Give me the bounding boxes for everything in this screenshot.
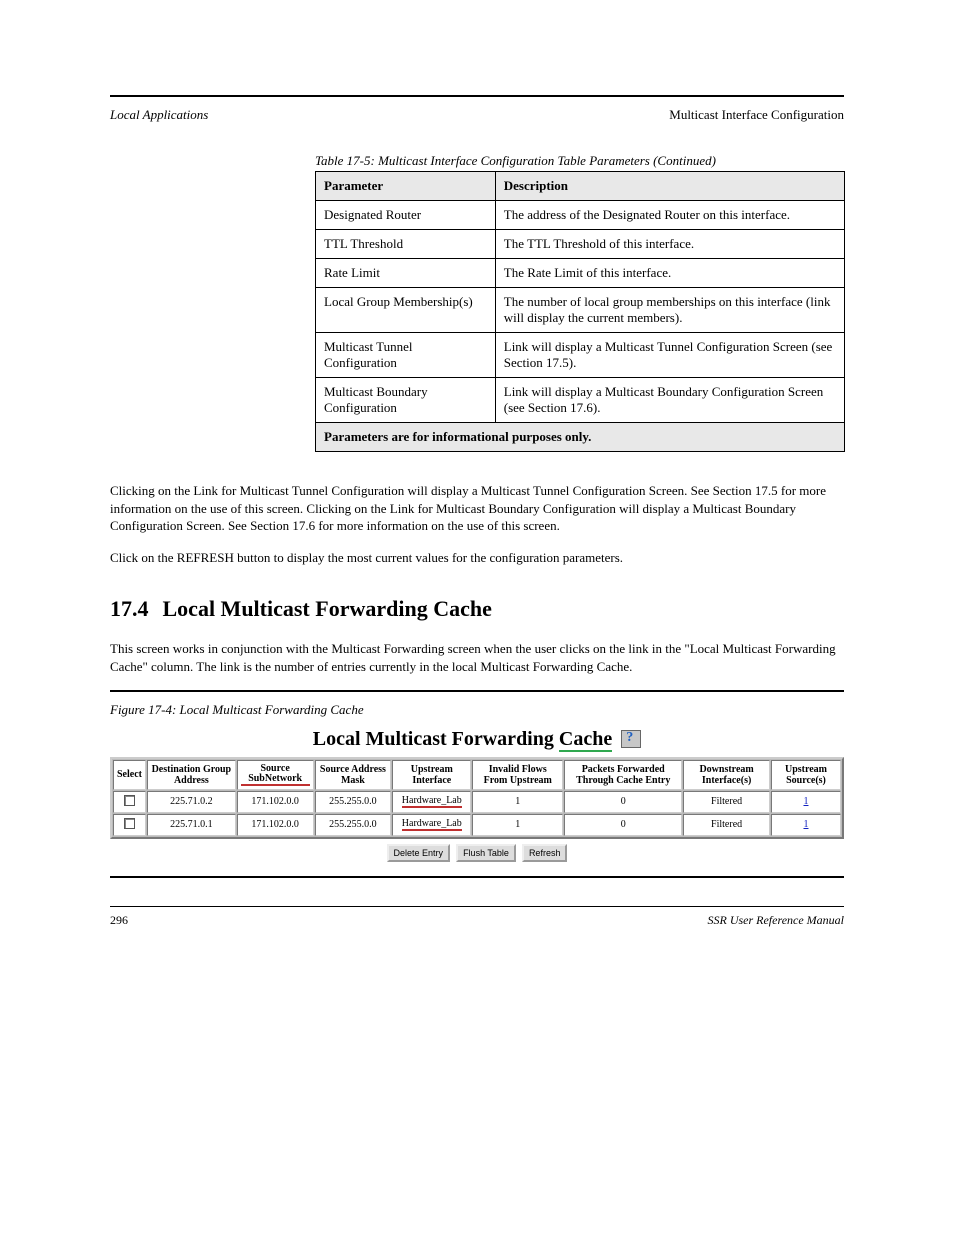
col-source-subnetwork: Source SubNetwork (237, 760, 314, 790)
cell-source-mask: 255.255.0.0 (315, 814, 392, 836)
row-checkbox[interactable] (124, 818, 135, 829)
cell-pkts: 0 (564, 791, 682, 813)
cell-downstream: Filtered (683, 814, 770, 836)
section-heading: 17.4 Local Multicast Forwarding Cache (110, 596, 844, 622)
footer-doc-title: SSR User Reference Manual (707, 913, 844, 928)
refresh-button[interactable]: Refresh (522, 844, 568, 862)
cell-dest: 225.71.0.2 (147, 791, 236, 813)
params-col-parameter: Parameter (316, 172, 496, 201)
table-row: Designated Router The address of the Des… (316, 201, 845, 230)
table-row: 225.71.0.2 171.102.0.0 255.255.0.0 Hardw… (113, 791, 841, 813)
cell-invalid: 1 (472, 791, 563, 813)
params-table-caption: Table 17-5: Multicast Interface Configur… (315, 153, 844, 169)
col-select: Select (113, 760, 146, 790)
col-source-mask: Source Address Mask (315, 760, 392, 790)
col-pkts-fwd: Packets Forwarded Through Cache Entry (564, 760, 682, 790)
params-table-footer: Parameters are for informational purpose… (316, 423, 845, 452)
table-row: Multicast Tunnel Configuration Link will… (316, 333, 845, 378)
figure-caption: Figure 17-4: Local Multicast Forwarding … (110, 702, 844, 718)
cell-source-mask: 255.255.0.0 (315, 791, 392, 813)
cell-invalid: 1 (472, 814, 563, 836)
body-paragraph: Clicking on the Link for Multicast Tunne… (110, 482, 844, 535)
table-row: TTL Threshold The TTL Threshold of this … (316, 230, 845, 259)
flush-table-button[interactable]: Flush Table (456, 844, 516, 862)
col-downstream-if: Downstream Interface(s) (683, 760, 770, 790)
table-row: 225.71.0.1 171.102.0.0 255.255.0.0 Hardw… (113, 814, 841, 836)
section-title: Local Multicast Forwarding Cache (163, 596, 492, 621)
cell-source-sub: 171.102.0.0 (237, 814, 314, 836)
col-upstream-src: Upstream Source(s) (771, 760, 841, 790)
table-row: Local Group Membership(s) The number of … (316, 288, 845, 333)
table-row: Rate Limit The Rate Limit of this interf… (316, 259, 845, 288)
body-paragraph: This screen works in conjunction with th… (110, 640, 844, 675)
section-number: 17.4 (110, 596, 149, 621)
table-row: Multicast Boundary Configuration Link wi… (316, 378, 845, 423)
cell-downstream: Filtered (683, 791, 770, 813)
body-paragraph: Click on the REFRESH button to display t… (110, 549, 844, 567)
upstream-interface-link[interactable]: Hardware_Lab (402, 818, 462, 829)
delete-entry-button[interactable]: Delete Entry (387, 844, 451, 862)
cell-pkts: 0 (564, 814, 682, 836)
col-upstream-if: Upstream Interface (392, 760, 471, 790)
running-head-left: Local Applications (110, 107, 208, 123)
row-checkbox[interactable] (124, 795, 135, 806)
params-table: Parameter Description Designated Router … (315, 171, 845, 452)
cache-table: Select Destination Group Address Source … (110, 757, 844, 839)
running-head-right: Multicast Interface Configuration (669, 107, 844, 123)
upstream-source-link[interactable]: 1 (803, 819, 808, 830)
col-dest-group: Destination Group Address (147, 760, 236, 790)
upstream-interface-link[interactable]: Hardware_Lab (402, 795, 462, 806)
cache-header-row: Select Destination Group Address Source … (113, 760, 841, 790)
params-col-description: Description (495, 172, 844, 201)
upstream-source-link[interactable]: 1 (803, 796, 808, 807)
cell-source-sub: 171.102.0.0 (237, 791, 314, 813)
figure-screenshot: Local Multicast Forwarding Cache Select … (110, 728, 844, 862)
cell-dest: 225.71.0.1 (147, 814, 236, 836)
screenshot-title: Local Multicast Forwarding Cache (313, 728, 617, 752)
col-invalid-flows: Invalid Flows From Upstream (472, 760, 563, 790)
page-number: 296 (110, 913, 128, 928)
help-icon[interactable] (621, 730, 641, 748)
